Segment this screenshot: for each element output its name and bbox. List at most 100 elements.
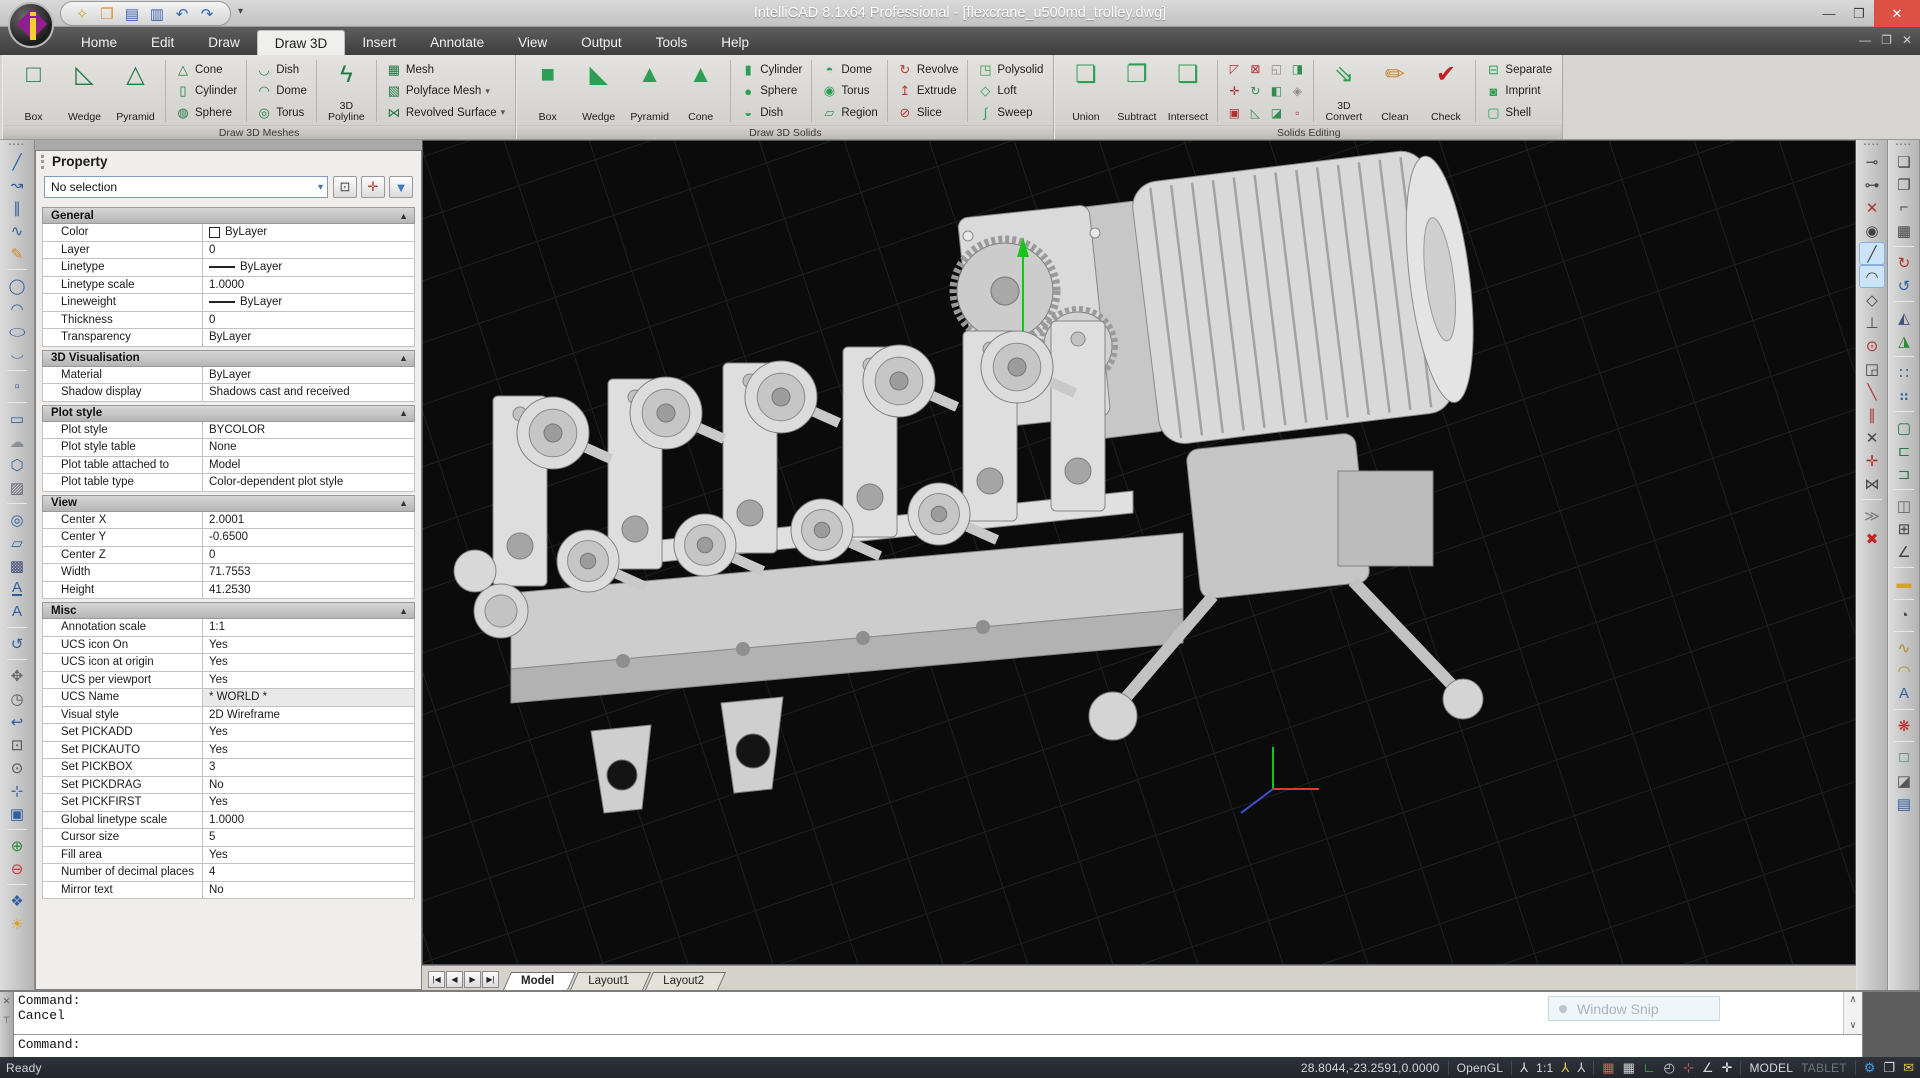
collapse-icon[interactable]: ▲ [399,408,408,418]
ribbon-button-polysolid[interactable]: ◳Polysolid [974,59,1046,80]
property-value[interactable]: 2.0001 [203,512,414,529]
entity-properties-button[interactable]: ▤ [1891,792,1917,815]
ribbon-button-torus[interactable]: ◉Torus [818,81,880,102]
zoom-extents-button[interactable]: ❖ [4,889,30,912]
minimize-button[interactable]: — [1814,0,1844,27]
measure-button[interactable]: ▬ [1891,572,1917,595]
toolbar-grip[interactable]: ▪▪▪▪ [9,142,26,150]
property-value[interactable]: None [203,439,414,456]
snap-apparent-intersection-button[interactable]: ✕ [1859,426,1885,449]
ribbon-button-torus[interactable]: ◎Torus [253,102,310,123]
menu-tab-tools[interactable]: Tools [639,30,705,55]
ribbon-button-sphere[interactable]: ◍Sphere [172,102,240,123]
ribbon-button-pyramid[interactable]: ▲Pyramid [624,58,675,124]
snap-run-button[interactable]: ≫ [1859,504,1885,527]
snap-quadrant-button[interactable]: ◇ [1859,288,1885,311]
toggle-pickadd-button[interactable]: ✛ [361,176,385,198]
ribbon-button-cylinder[interactable]: ▯Cylinder [172,81,240,102]
property-value[interactable]: Yes [203,724,414,741]
close-button[interactable]: ✕ [1874,0,1920,27]
ribbon-button-sweep[interactable]: ∫Sweep [974,102,1046,123]
collapse-icon[interactable]: ▲ [399,606,408,616]
ribbon-button-3d-polyline[interactable]: ϟ3D Polyline [321,58,372,124]
property-value[interactable]: -0.6500 [203,529,414,546]
collapse-icon[interactable]: ▲ [399,498,408,508]
ribbon-button-mesh[interactable]: ▦Mesh [383,59,508,80]
section-header-plot-style[interactable]: Plot style▲ [42,405,415,422]
trim-button[interactable]: ⊐ [1891,462,1917,485]
edit-spline-button[interactable]: ∿ [1891,636,1917,659]
rotate-reference-button[interactable]: ↺ [1891,274,1917,297]
annotation-visibility-icon[interactable]: ⅄ [1561,1060,1569,1076]
renderer-label[interactable]: OpenGL [1457,1061,1504,1075]
crosshair-toggle-icon[interactable]: ✛ [1722,1060,1733,1076]
command-input[interactable]: Command: [14,1035,1862,1057]
snap-from-button[interactable]: ╲ [1859,380,1885,403]
render-light-button[interactable]: ☀ [4,912,30,935]
ribbon-button-wedge[interactable]: ◺Wedge [59,58,110,124]
copy-multiple-button[interactable]: ❐ [1891,173,1917,196]
section-header-misc[interactable]: Misc▲ [42,602,415,619]
explode-button[interactable]: ❋ [1891,714,1917,737]
extend-button[interactable]: ⊏ [1891,439,1917,462]
copy-faces-button[interactable]: ◨ [1287,59,1307,80]
esnap-toggle-icon[interactable]: ⊹ [1683,1060,1694,1076]
3d-box-view-button[interactable]: ◫ [1891,494,1917,517]
section-header-general[interactable]: General▲ [42,207,415,224]
snap-extension-button[interactable]: ✛ [1859,449,1885,472]
array-rect-button[interactable]: ▦ [1891,219,1917,242]
property-value[interactable]: Yes [203,654,414,671]
snap-midpoint-2points-button[interactable]: ⋈ [1859,472,1885,495]
region-button[interactable]: ▱ [4,531,30,554]
edit-arc-button[interactable]: ◠ [1891,659,1917,682]
polyline-button[interactable]: ↝ [4,173,30,196]
ribbon-button-slice[interactable]: ⊘Slice [894,102,962,123]
snap-node-button[interactable]: ⊙ [1859,334,1885,357]
property-value[interactable]: ByLayer [203,367,414,384]
color-edges-button[interactable]: ◺ [1245,103,1265,124]
ellipse-button[interactable]: ◯ [4,320,30,343]
rotate-faces-button[interactable]: ↻ [1245,81,1265,102]
annotation-autoscale-icon[interactable]: ⅄ [1577,1060,1585,1076]
line-button[interactable]: ╱ [4,150,30,173]
property-value[interactable]: 5 [203,829,414,846]
ribbon-button-box[interactable]: □Box [8,58,59,124]
property-value[interactable]: Yes [203,847,414,864]
chevron-down-icon[interactable]: ▾ [485,86,490,97]
menu-tab-annotate[interactable]: Annotate [413,30,501,55]
ribbon-button-dome[interactable]: ◓Dome [818,59,880,80]
snap-intersection-button[interactable]: ✕ [1859,196,1885,219]
property-value[interactable]: ByLayer [203,224,414,241]
etrack-toggle-icon[interactable]: ∠ [1702,1060,1714,1076]
property-value[interactable]: ByLayer [203,294,414,311]
menu-tab-view[interactable]: View [501,30,564,55]
mail-notification-icon[interactable]: ✉ [1903,1060,1914,1076]
snap-center-button[interactable]: ◉ [1859,219,1885,242]
rotate-button[interactable]: ↻ [1891,251,1917,274]
clean-body-button[interactable]: ▫ [1287,103,1307,124]
toolbar-grip[interactable]: ▪▪▪▪ [1896,142,1913,150]
edit-text-button[interactable]: A [1891,682,1917,705]
regen-button[interactable]: ↺ [4,632,30,655]
zoom-previous-button[interactable]: ↩ [4,710,30,733]
offset-button[interactable]: ⌐ [1891,196,1917,219]
property-value[interactable]: 2D Wireframe [203,707,414,724]
copy-button[interactable]: ❏ [1891,150,1917,173]
snap-perpendicular-button[interactable]: ⊥ [1859,311,1885,334]
command-close-icon[interactable]: ✕ [3,996,11,1007]
ribbon-button-shell[interactable]: ▢Shell [1482,102,1555,123]
mdi-restore-button[interactable]: ❐ [1881,33,1892,47]
ortho-toggle-icon[interactable]: ∟ [1643,1060,1656,1075]
rectangle-button[interactable]: ▭ [4,407,30,430]
ribbon-button-wedge[interactable]: ◣Wedge [573,58,624,124]
hatch-button[interactable]: ▩ [4,554,30,577]
property-value[interactable]: 4 [203,864,414,881]
ribbon-button-subtract[interactable]: ❐Subtract [1111,58,1162,124]
freehand-sketch-button[interactable]: ✎ [4,242,30,265]
menu-tab-draw[interactable]: Draw [191,30,257,55]
ribbon-button-box[interactable]: ■Box [522,58,573,124]
scale-button[interactable]: ▢ [1891,416,1917,439]
menu-tab-draw-3d[interactable]: Draw 3D [257,30,346,55]
edit-hatch-button[interactable]: ◪ [1891,769,1917,792]
tablet-toggle[interactable]: TABLET [1801,1061,1847,1075]
